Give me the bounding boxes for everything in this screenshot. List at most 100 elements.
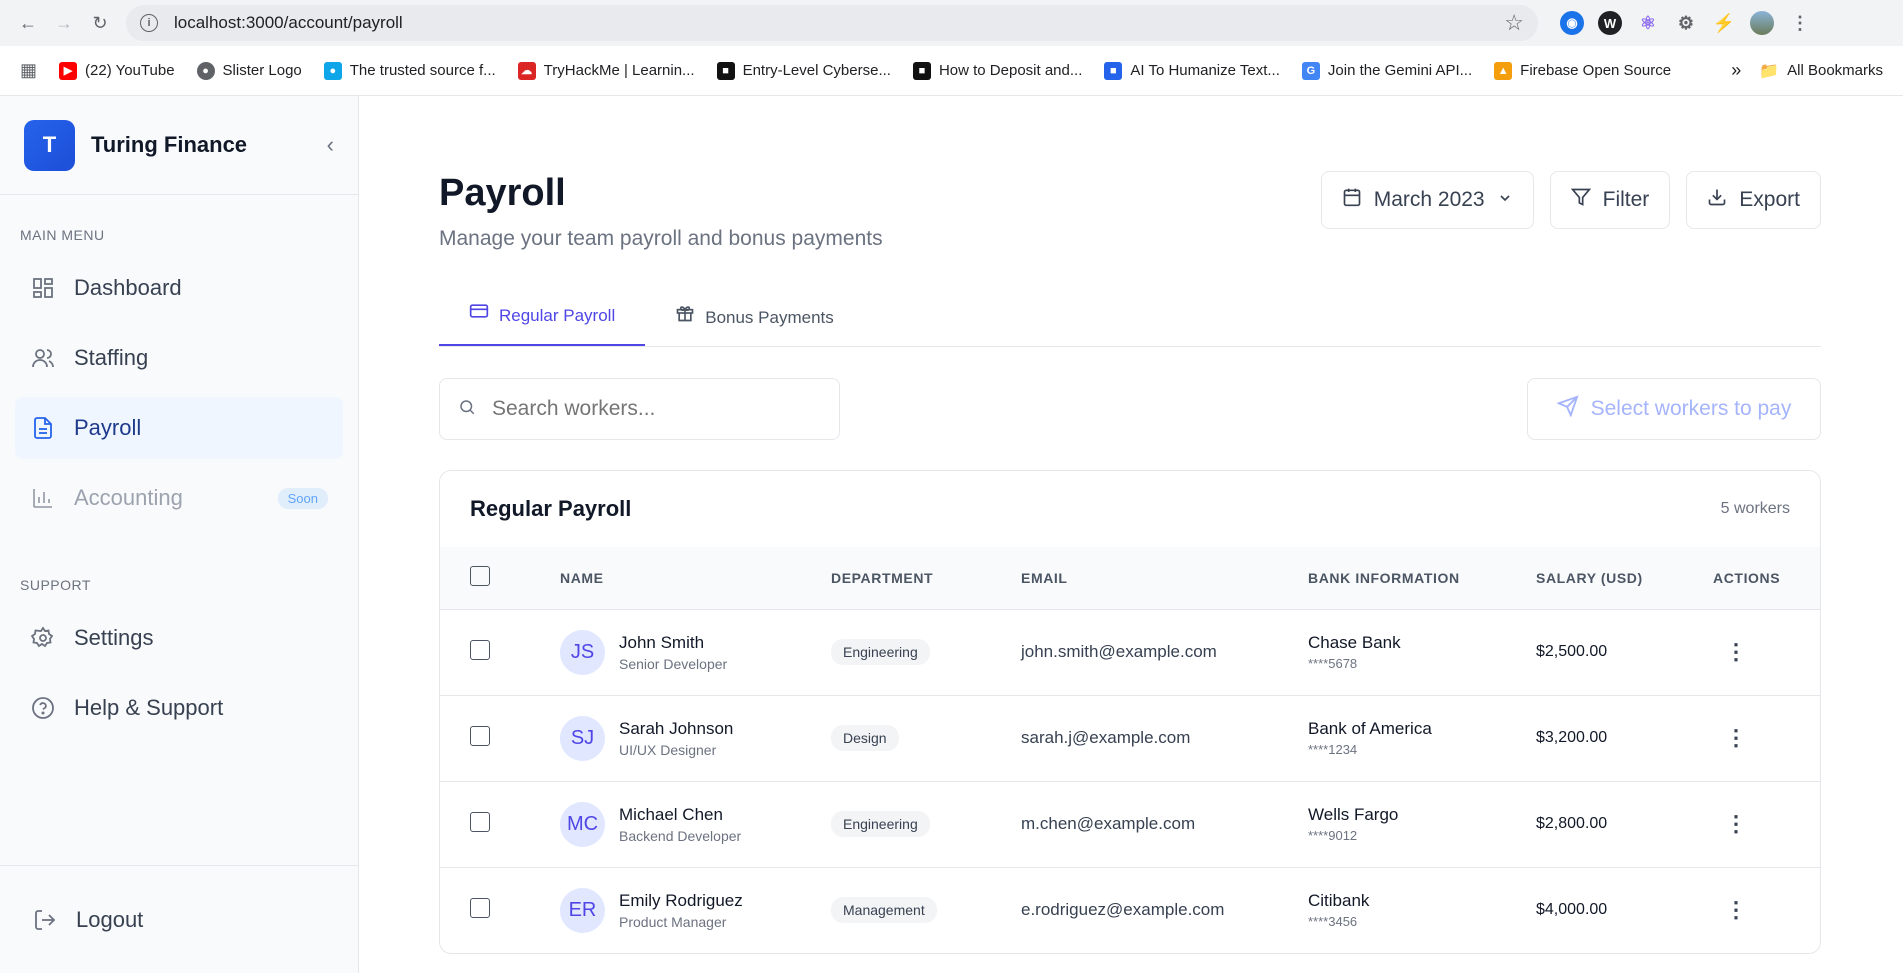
url-text[interactable]: localhost:3000/account/payroll bbox=[174, 13, 1504, 33]
help-icon bbox=[30, 695, 56, 721]
bookmark[interactable]: ● Slister Logo bbox=[196, 61, 302, 80]
export-label: Export bbox=[1739, 188, 1800, 211]
sidebar-item-settings[interactable]: Settings bbox=[15, 607, 343, 669]
bookmark[interactable]: ▲ Firebase Open Source bbox=[1494, 61, 1671, 80]
browser-toolbar: ← → ↻ i localhost:3000/account/payroll ☆… bbox=[0, 0, 1903, 46]
bookmark-label: The trusted source f... bbox=[349, 62, 496, 79]
extension-icon[interactable]: W bbox=[1598, 11, 1622, 35]
column-header: SALARY (USD) bbox=[1536, 569, 1643, 586]
filter-icon bbox=[1570, 187, 1591, 213]
collapse-sidebar-icon[interactable]: ‹ bbox=[327, 132, 334, 158]
select-all-checkbox[interactable] bbox=[470, 566, 490, 587]
row-checkbox[interactable] bbox=[470, 725, 490, 746]
worker-name: Sarah Johnson bbox=[619, 718, 734, 738]
bookmark-star-icon[interactable]: ☆ bbox=[1504, 10, 1524, 36]
menu-dots-icon[interactable]: ⋮ bbox=[1788, 11, 1812, 35]
worker-count: 5 workers bbox=[1720, 500, 1790, 517]
bar-chart-icon bbox=[30, 485, 56, 511]
tab-bonus-payments[interactable]: Bonus Payments bbox=[645, 296, 864, 346]
calendar-icon bbox=[1342, 187, 1362, 213]
bookmark[interactable]: ● The trusted source f... bbox=[323, 61, 496, 80]
filter-button[interactable]: Filter bbox=[1549, 171, 1671, 229]
department-badge: Design bbox=[831, 725, 899, 751]
sidebar-item-label: Settings bbox=[74, 625, 154, 650]
payroll-tabs: Regular Payroll Bonus Payments bbox=[439, 296, 1821, 347]
bookmark[interactable]: ■ How to Deposit and... bbox=[912, 61, 1083, 80]
reload-button[interactable]: ↻ bbox=[82, 5, 118, 41]
worker-email: e.rodriguez@example.com bbox=[1021, 866, 1308, 953]
account-number: ****3456 bbox=[1308, 914, 1358, 930]
sidebar-item-staffing[interactable]: Staffing bbox=[15, 327, 343, 389]
firebase-icon: ▲ bbox=[1494, 61, 1513, 80]
column-header: DEPARTMENT bbox=[831, 569, 934, 586]
worker-email: sarah.j@example.com bbox=[1021, 694, 1308, 781]
more-actions-icon[interactable]: ⋮ bbox=[1725, 639, 1747, 664]
sidebar-item-payroll[interactable]: Payroll bbox=[15, 397, 343, 459]
search-box[interactable] bbox=[439, 378, 840, 440]
sidebar: T Turing Finance ‹ MAIN MENU Dashboard S… bbox=[0, 96, 359, 973]
bookmark[interactable]: G Join the Gemini API... bbox=[1301, 61, 1473, 80]
address-bar[interactable]: i localhost:3000/account/payroll ☆ bbox=[126, 5, 1538, 41]
salary: $3,200.00 bbox=[1536, 694, 1713, 781]
apps-grid-icon[interactable]: ▦ bbox=[20, 60, 37, 81]
main-content: Payroll Manage your team payroll and bon… bbox=[359, 96, 1903, 973]
bookmark-label: AI To Humanize Text... bbox=[1130, 62, 1280, 79]
bookmark[interactable]: ▶ (22) YouTube bbox=[59, 61, 175, 80]
page-subtitle: Manage your team payroll and bonus payme… bbox=[439, 227, 883, 250]
sidebar-item-label: Accounting bbox=[74, 485, 183, 510]
page-title: Payroll bbox=[439, 172, 566, 214]
back-button[interactable]: ← bbox=[10, 5, 46, 41]
performance-icon[interactable]: ⚡ bbox=[1712, 11, 1736, 35]
row-checkbox[interactable] bbox=[470, 897, 490, 918]
main-menu-label: MAIN MENU bbox=[20, 227, 105, 243]
sidebar-item-dashboard[interactable]: Dashboard bbox=[15, 257, 343, 319]
forward-button[interactable]: → bbox=[46, 5, 82, 41]
more-actions-icon[interactable]: ⋮ bbox=[1725, 725, 1747, 750]
more-actions-icon[interactable]: ⋮ bbox=[1725, 811, 1747, 836]
extension-icon[interactable]: ◉ bbox=[1560, 11, 1584, 35]
more-actions-icon[interactable]: ⋮ bbox=[1725, 897, 1747, 922]
table-row: SJ Sarah Johnson UI/UX Designer Design sar… bbox=[440, 694, 1820, 781]
export-button[interactable]: Export bbox=[1686, 171, 1821, 229]
site-info-icon[interactable]: i bbox=[140, 14, 158, 32]
row-checkbox[interactable] bbox=[470, 811, 490, 832]
row-checkbox[interactable] bbox=[470, 639, 490, 660]
send-icon bbox=[1555, 395, 1579, 423]
profile-avatar-icon[interactable] bbox=[1750, 11, 1774, 35]
bookmark-label: Join the Gemini API... bbox=[1327, 62, 1473, 79]
bookmark-label: How to Deposit and... bbox=[938, 62, 1083, 79]
month-select[interactable]: March 2023 bbox=[1320, 171, 1534, 229]
more-bookmarks-icon[interactable]: » bbox=[1731, 60, 1741, 81]
worker-role: Product Manager bbox=[619, 913, 727, 930]
extensions-puzzle-icon[interactable]: ⚙ bbox=[1674, 11, 1698, 35]
globe-icon: ● bbox=[196, 61, 215, 80]
youtube-icon: ▶ bbox=[59, 61, 78, 80]
bookmark[interactable]: ■ Entry-Level Cyberse... bbox=[716, 61, 891, 80]
sidebar-item-accounting[interactable]: Accounting Soon bbox=[15, 467, 343, 529]
sidebar-item-help[interactable]: Help & Support bbox=[15, 677, 343, 739]
worker-name: John Smith bbox=[619, 632, 705, 652]
column-header: EMAIL bbox=[1021, 569, 1068, 586]
folder-icon: 📁 bbox=[1759, 62, 1780, 80]
bookmark-label: Entry-Level Cyberse... bbox=[742, 62, 891, 79]
sidebar-item-label: Payroll bbox=[74, 415, 142, 440]
extension-icon[interactable]: ⚛ bbox=[1636, 11, 1660, 35]
bank-name: Citibank bbox=[1308, 891, 1370, 911]
bookmark[interactable]: ☁ TryHackMe | Learnin... bbox=[517, 61, 695, 80]
users-icon bbox=[30, 345, 56, 371]
logout-icon bbox=[32, 907, 58, 933]
logout-button[interactable]: Logout bbox=[0, 865, 358, 973]
table-row: ER Emily Rodriguez Product Manager Managem… bbox=[440, 866, 1820, 953]
department-badge: Management bbox=[831, 897, 937, 924]
select-workers-to-pay-button[interactable]: Select workers to pay bbox=[1527, 378, 1821, 440]
payroll-table-card: Regular Payroll 5 workers NAME DEPARTMEN… bbox=[439, 470, 1821, 954]
search-input[interactable] bbox=[492, 397, 792, 421]
brand-name: Turing Finance bbox=[91, 132, 248, 157]
salary: $2,500.00 bbox=[1536, 608, 1713, 695]
all-bookmarks[interactable]: 📁 All Bookmarks bbox=[1759, 61, 1883, 81]
bookmark[interactable]: ■ AI To Humanize Text... bbox=[1104, 61, 1280, 80]
filter-label: Filter bbox=[1602, 188, 1650, 211]
account-number: ****5678 bbox=[1308, 656, 1358, 671]
tab-regular-payroll[interactable]: Regular Payroll bbox=[439, 296, 646, 346]
bookmark-label: TryHackMe | Learnin... bbox=[543, 62, 695, 79]
